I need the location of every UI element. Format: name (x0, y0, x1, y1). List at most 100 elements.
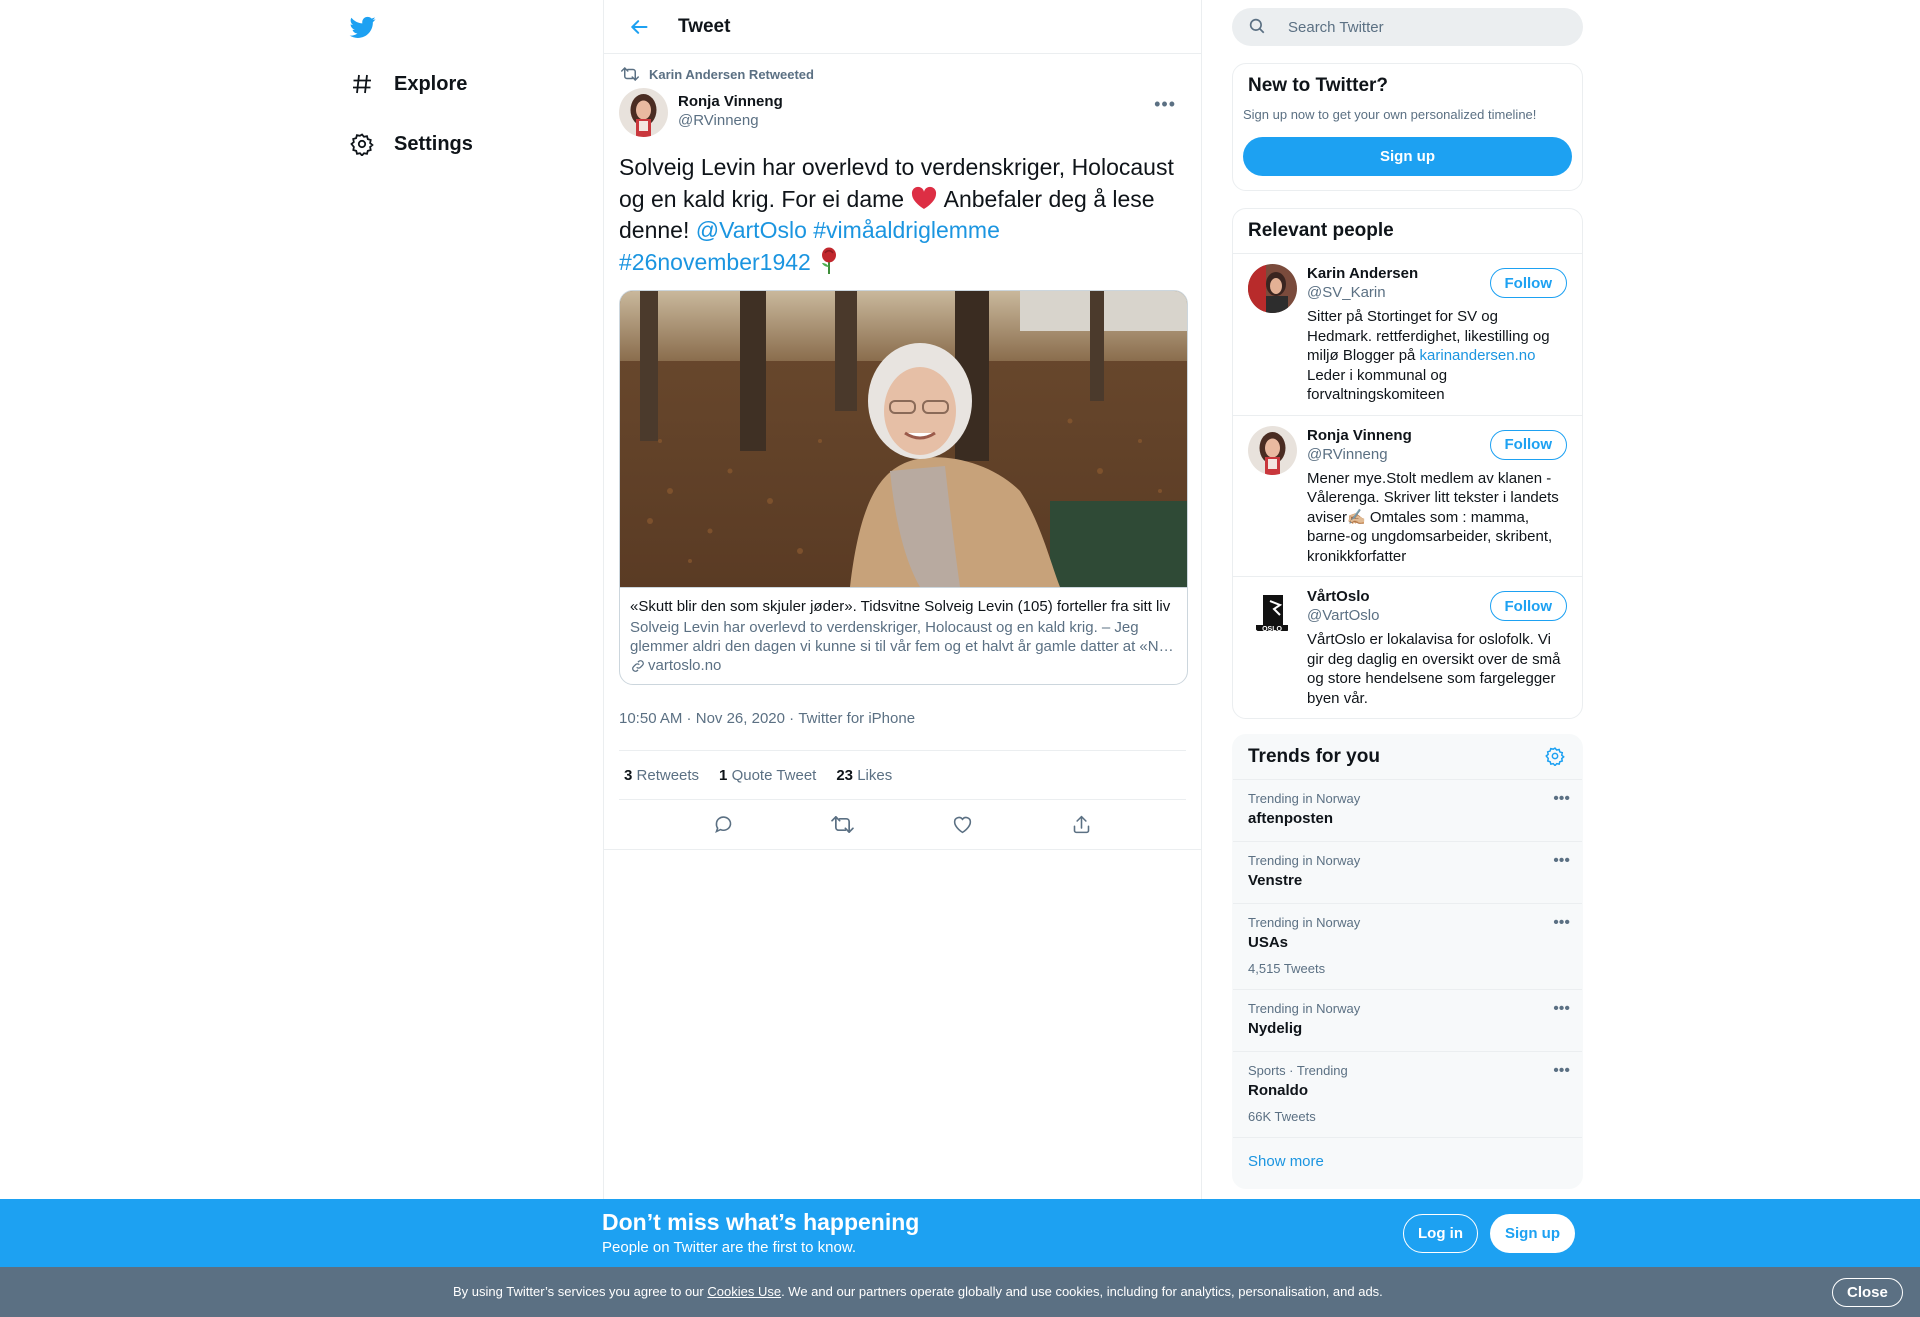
trend-name: USAs (1248, 934, 1289, 951)
meta-separator: · (784, 709, 799, 727)
tweet-author: Ronja Vinneng @RVinneng ••• (619, 88, 1186, 140)
follow-button[interactable]: Follow (1489, 268, 1567, 298)
more-options-icon[interactable]: ••• (1553, 914, 1570, 932)
card-title: «Skutt blir den som skjuler jøder». Tids… (630, 598, 1171, 615)
bio-link[interactable]: karinandersen.no (1420, 347, 1536, 364)
follow-button[interactable]: Follow (1489, 429, 1567, 460)
card-image (620, 291, 1187, 587)
author-handle[interactable]: @RVinneng (678, 111, 783, 130)
cookie-text: By using Twitter’s services you agree to… (453, 1284, 1383, 1299)
trend-context: Trending in Norway (1248, 791, 1361, 806)
link-icon (630, 658, 646, 674)
link-card[interactable]: «Skutt blir den som skjuler jøder». Tids… (619, 290, 1188, 685)
reply-icon[interactable] (707, 808, 741, 842)
trends-title: Trends for you (1248, 746, 1380, 767)
trend-count: 4,515 Tweets (1248, 961, 1326, 976)
trend-item[interactable]: Trending in Norway Venstre ••• (1233, 842, 1582, 904)
retweets-stat[interactable]: 3 Retweets (624, 767, 699, 784)
like-icon[interactable] (945, 808, 979, 842)
more-options-icon[interactable]: ••• (1553, 1000, 1570, 1018)
card-description: Solveig Levin har overlevd to verdenskri… (630, 619, 1174, 655)
new-to-twitter-subtitle: Sign up now to get your own personalized… (1243, 107, 1537, 122)
person-card[interactable]: OSLO VårtOslo @VartOslo VårtOslo er loka… (1233, 577, 1582, 718)
more-options-icon[interactable]: ••• (1553, 852, 1570, 870)
red-heart-emoji-icon (910, 186, 938, 210)
cookie-text-after: . We and our partners operate globally a… (781, 1284, 1383, 1299)
tweet-text: Solveig Levin har overlevd to verdenskri… (619, 152, 1186, 278)
gear-icon[interactable] (1545, 746, 1567, 768)
author-name[interactable]: Ronja Vinneng (678, 92, 783, 111)
avatar[interactable] (619, 88, 668, 137)
avatar[interactable] (1248, 264, 1297, 313)
likes-count: 23 (836, 766, 854, 784)
retweet-icon[interactable] (826, 808, 860, 842)
back-arrow-icon[interactable] (624, 12, 654, 42)
nav-item-settings[interactable]: Settings (348, 120, 473, 168)
retweeted-by-label[interactable]: Karin Andersen Retweeted (649, 67, 814, 82)
hashtag-link[interactable]: #vimåaldriglemme (813, 217, 1000, 243)
new-to-twitter-title: New to Twitter? (1248, 75, 1389, 96)
sign-up-button[interactable]: Sign up (1243, 137, 1572, 176)
card-domain-text: vartoslo.no (648, 657, 722, 674)
trend-context: Trending in Norway (1248, 1001, 1361, 1016)
twitter-logo-icon[interactable] (348, 10, 382, 44)
share-icon[interactable] (1064, 808, 1098, 842)
trend-count: 66K Tweets (1248, 1109, 1316, 1124)
tweet-metadata: 10:50 AM · Nov 26, 2020 · Twitter for iP… (619, 701, 1186, 735)
person-card[interactable]: Karin Andersen @SV_Karin Sitter på Stort… (1233, 254, 1582, 416)
nav-label-settings: Settings (394, 132, 473, 155)
quotes-label: Quote Tweet (731, 766, 817, 784)
retweets-count: 3 (624, 766, 633, 784)
card-body: «Skutt blir den som skjuler jøder». Tids… (620, 587, 1187, 684)
trend-item[interactable]: Trending in Norway aftenposten ••• (1233, 780, 1582, 842)
quote-tweets-stat[interactable]: 1 Quote Tweet (719, 767, 816, 784)
mention-link[interactable]: @VartOslo (696, 217, 807, 243)
meta-separator: · (682, 709, 696, 727)
nav-label-explore: Explore (394, 72, 468, 95)
cookie-banner: By using Twitter’s services you agree to… (0, 1267, 1920, 1317)
trend-context: Trending in Norway (1248, 853, 1361, 868)
trend-name: Ronaldo (1248, 1082, 1308, 1099)
trend-name: Nydelig (1248, 1020, 1303, 1037)
tweet-time[interactable]: 10:50 AM (619, 710, 682, 727)
likes-label: Likes (857, 766, 893, 784)
hashtag-icon (348, 70, 376, 98)
close-button[interactable]: Close (1832, 1278, 1903, 1307)
main-column: Tweet Karin Andersen Retweeted Ronja Vin… (603, 0, 1202, 1317)
trend-item[interactable]: Sports · Trending Ronaldo 66K Tweets ••• (1233, 1052, 1582, 1138)
more-options-icon[interactable]: ••• (1553, 790, 1570, 808)
trend-name: Venstre (1248, 872, 1303, 889)
avatar[interactable]: OSLO (1248, 587, 1297, 636)
person-bio: VårtOslo er lokalavisa for oslofolk. Vi … (1307, 631, 1561, 707)
follow-button[interactable]: Follow (1489, 591, 1567, 621)
person-bio-text: Leder i kommunal og forvaltningskomiteen (1307, 366, 1448, 404)
tweet-date[interactable]: Nov 26, 2020 (696, 710, 785, 727)
trend-item[interactable]: Trending in Norway Nydelig ••• (1233, 990, 1582, 1052)
more-options-icon[interactable]: ••• (1154, 94, 1176, 115)
likes-stat[interactable]: 23 Likes (836, 767, 892, 784)
search-icon (1248, 17, 1268, 37)
relevant-people-panel: Relevant people Karin Andersen @SV_Karin… (1232, 208, 1583, 719)
more-options-icon[interactable]: ••• (1553, 1062, 1570, 1080)
show-more-link[interactable]: Show more (1233, 1138, 1582, 1188)
search-input[interactable] (1288, 18, 1568, 36)
right-sidebar: New to Twitter? Sign up now to get your … (1232, 0, 1583, 1189)
log-in-button[interactable]: Log in (1403, 1214, 1478, 1253)
hashtag-link[interactable]: #26november1942 (619, 249, 811, 275)
person-bio: Sitter på Stortinget for SV og Hedmark. … (1307, 307, 1567, 405)
cookies-use-link[interactable]: Cookies Use (707, 1284, 781, 1299)
nav-item-explore[interactable]: Explore (348, 60, 467, 108)
signup-prompt-subtitle: People on Twitter are the first to know. (602, 1239, 857, 1256)
sign-up-button[interactable]: Sign up (1490, 1214, 1575, 1253)
search-box[interactable] (1232, 8, 1583, 46)
tweet-source[interactable]: Twitter for iPhone (798, 710, 915, 727)
person-bio: Mener mye.Stolt medlem av klanen - Våler… (1307, 469, 1559, 565)
person-card[interactable]: Ronja Vinneng @RVinneng Mener mye.Stolt … (1233, 416, 1582, 577)
gear-icon (348, 130, 376, 158)
trend-context: Trending in Norway (1248, 915, 1361, 930)
tweet-actions (604, 800, 1201, 850)
trend-item[interactable]: Trending in Norway USAs 4,515 Tweets ••• (1233, 904, 1582, 990)
avatar[interactable] (1248, 425, 1297, 475)
retweets-label: Retweets (636, 766, 700, 784)
trend-name: aftenposten (1248, 810, 1334, 827)
